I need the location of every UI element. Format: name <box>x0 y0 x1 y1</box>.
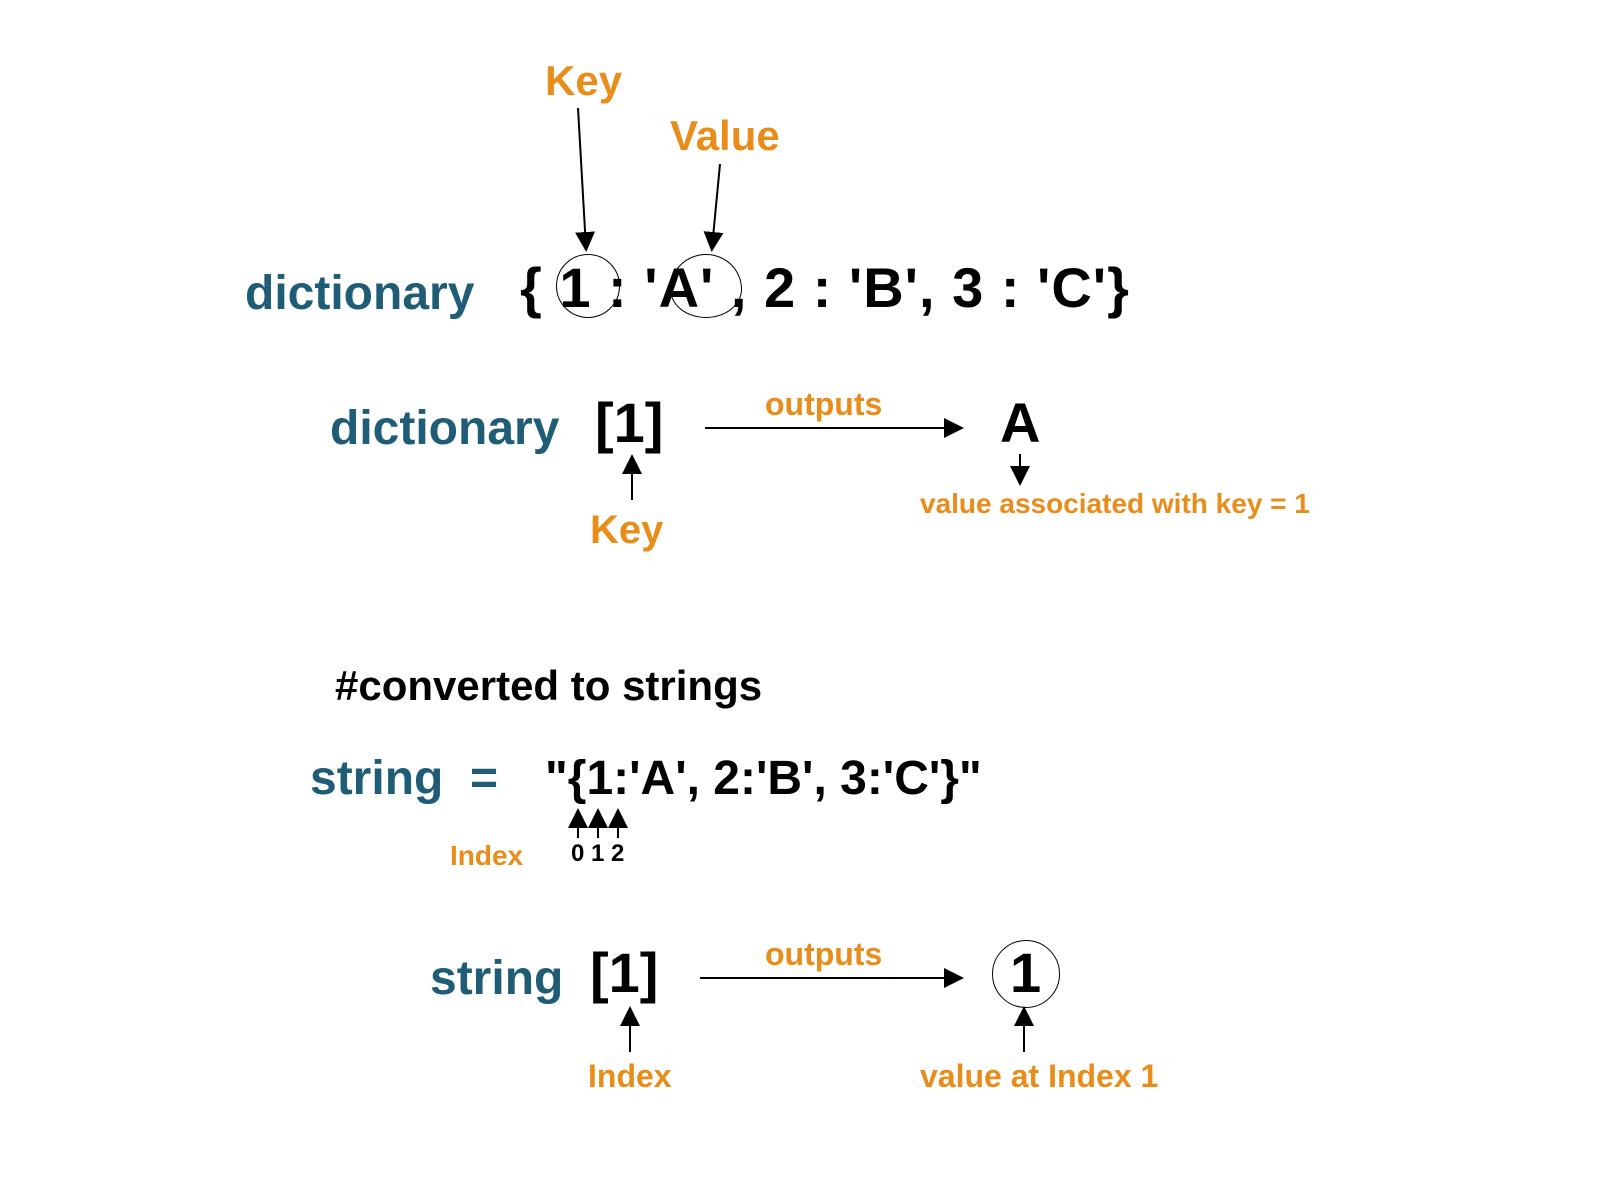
circle-key-1 <box>556 254 620 318</box>
circle-value-A <box>670 254 742 318</box>
label-outputs-1: outputs <box>765 388 882 420</box>
label-value-assoc: value associated with key = 1 <box>920 490 1310 518</box>
idx1: 1 <box>591 842 604 866</box>
label-outputs-2: outputs <box>765 938 882 970</box>
label-equals: = <box>470 755 498 803</box>
label-value-top: Value <box>670 115 780 157</box>
label-index-bottom: Index <box>588 1060 672 1092</box>
idx0: 0 <box>571 842 584 866</box>
string-literal: "{1:'A', 2:'B', 3:'C'}" <box>545 755 982 803</box>
label-string2: string <box>430 955 563 1003</box>
label-index-small: Index <box>450 842 523 870</box>
label-dictionary: dictionary <box>245 270 474 318</box>
diagram-root: { "labels": { "key": "Key", "value": "Va… <box>0 0 1600 1200</box>
label-value-at-index: value at Index 1 <box>920 1060 1158 1092</box>
circle-string-out <box>992 940 1060 1008</box>
label-key-bottom: Key <box>590 510 663 550</box>
comment-line: #converted to strings <box>335 665 762 707</box>
result-A: A <box>1000 395 1040 451</box>
dict-bracket: [1] <box>595 395 663 451</box>
label-key-top: Key <box>545 60 622 102</box>
label-dict2: dictionary <box>330 405 559 453</box>
string-bracket: [1] <box>590 945 658 1001</box>
idx2: 2 <box>611 842 624 866</box>
label-string: string <box>310 755 443 803</box>
